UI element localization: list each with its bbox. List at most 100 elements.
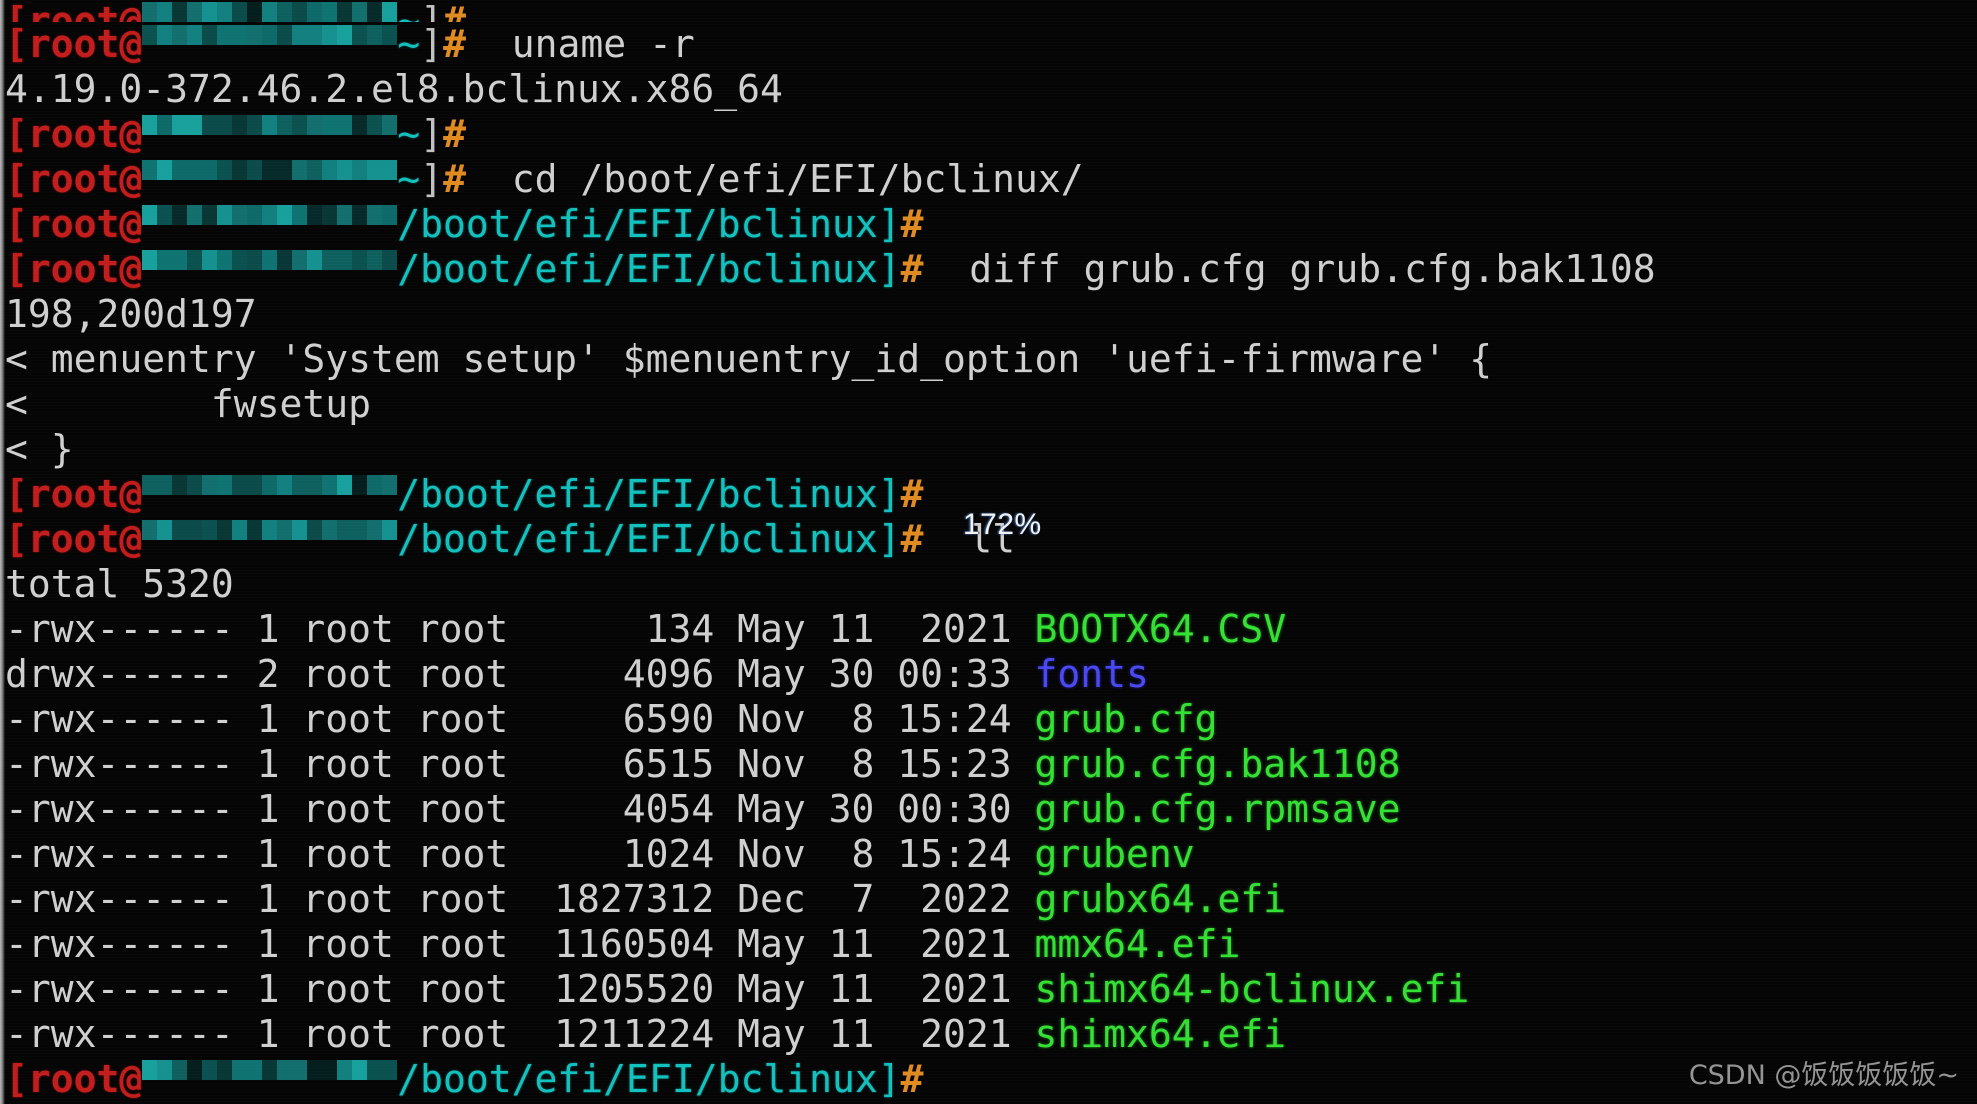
redacted-hostname xyxy=(142,205,398,245)
prompt-close-bracket: ] xyxy=(420,112,444,156)
prompt-close-bracket: ] xyxy=(877,517,901,561)
ls-row-filename[interactable]: grub.cfg.rpmsave xyxy=(1035,787,1401,831)
ls-row-meta: -rwx------ 1 root root 1024 Nov 8 15:24 xyxy=(5,832,1035,876)
prompt-sigil: # xyxy=(443,22,466,66)
output-diff-line: < fwsetup xyxy=(5,382,372,426)
terminal-line-kernel-release: 4.19.0-372.46.2.el8.bclinux.x86_64 xyxy=(5,67,1977,112)
prompt-path: /boot/efi/EFI/bclinux xyxy=(397,517,878,561)
ls-row-filename[interactable]: shimx64-bclinux.efi xyxy=(1035,967,1470,1011)
redacted-hostname xyxy=(142,475,398,515)
prompt-user: [root@ xyxy=(5,157,143,201)
ls-row-filename[interactable]: mmx64.efi xyxy=(1035,922,1241,966)
table-row: -rwx------ 1 root root 1024 Nov 8 15:24 … xyxy=(5,832,1977,877)
terminal-line-diff-hunk-header: 198,200d197 xyxy=(5,292,1977,337)
prompt-close-bracket: ] xyxy=(420,157,444,201)
redacted-hostname xyxy=(142,520,398,560)
prompt-close-bracket: ] xyxy=(877,1057,901,1101)
prompt-user: [root@ xyxy=(5,1057,143,1101)
table-row: -rwx------ 1 root root 134 May 11 2021 B… xyxy=(5,607,1977,652)
terminal-line-empty-prompt: [root@ ~]# xyxy=(5,112,1977,157)
zoom-level-badge: 172% xyxy=(963,508,1042,541)
ls-row-filename[interactable]: grub.cfg xyxy=(1035,697,1218,741)
output-kernel-release: 4.19.0-372.46.2.el8.bclinux.x86_64 xyxy=(5,67,783,111)
command-uname: uname -r xyxy=(511,22,695,66)
prompt-sigil: # xyxy=(900,202,924,246)
redacted-hostname xyxy=(142,1060,398,1100)
terminal-line-ls-total: total 5320 xyxy=(5,562,1977,607)
table-row: -rwx------ 1 root root 4054 May 30 00:30… xyxy=(5,787,1977,832)
prompt-path: /boot/efi/EFI/bclinux xyxy=(397,202,878,246)
redacted-hostname xyxy=(142,2,398,22)
terminal-line-trailing-prompt: [root@ /boot/efi/EFI/bclinux]# xyxy=(5,1057,1977,1102)
prompt-user: [root@ xyxy=(5,517,143,561)
ls-row-meta: -rwx------ 1 root root 1205520 May 11 20… xyxy=(5,967,1035,1011)
prompt-user: [root@ xyxy=(5,472,143,516)
csdn-watermark: CSDN @饭饭饭饭饭~ xyxy=(1688,1060,1959,1091)
terminal-line-empty-prompt-cwd: [root@ /boot/efi/EFI/bclinux]# xyxy=(5,202,1977,247)
ls-row-meta: -rwx------ 1 root root 6515 Nov 8 15:23 xyxy=(5,742,1035,786)
ls-row-meta: -rwx------ 1 root root 6590 Nov 8 15:24 xyxy=(5,697,1035,741)
prompt-path: /boot/efi/EFI/bclinux xyxy=(397,1057,878,1101)
prompt-user: [root@ xyxy=(5,202,143,246)
prompt-sigil: # xyxy=(900,247,924,291)
table-row: -rwx------ 1 root root 1160504 May 11 20… xyxy=(5,922,1977,967)
prompt-sigil: # xyxy=(900,1057,924,1101)
prompt-sigil: # xyxy=(443,112,466,156)
terminal-line-diff-body: < } xyxy=(5,427,1977,472)
output-diff-line: < menuentry 'System setup' $menuentry_id… xyxy=(5,337,1493,381)
ls-row-filename[interactable]: grubx64.efi xyxy=(1035,877,1287,921)
table-row: -rwx------ 1 root root 1211224 May 11 20… xyxy=(5,1012,1977,1057)
table-row: -rwx------ 1 root root 1205520 May 11 20… xyxy=(5,967,1977,1012)
prompt-close-bracket: ] xyxy=(877,247,901,291)
prompt-close-bracket: ] xyxy=(420,0,444,22)
prompt-sigil: # xyxy=(443,157,466,201)
table-row: -rwx------ 1 root root 6515 Nov 8 15:23 … xyxy=(5,742,1977,787)
terminal-line-diff-body: < fwsetup xyxy=(5,382,1977,427)
terminal-screen[interactable]: [root@ ~]# [root@ ~]# uname -r 4.19.0-372.… xyxy=(5,0,1977,1104)
prompt-cwd: ~ xyxy=(397,0,421,22)
prompt-close-bracket: ] xyxy=(420,22,444,66)
ls-row-meta: -rwx------ 1 root root 1160504 May 11 20… xyxy=(5,922,1035,966)
prompt-sigil: # xyxy=(443,0,466,22)
terminal-line-uname-command: [root@ ~]# uname -r xyxy=(5,22,1977,67)
prompt-cwd: ~ xyxy=(397,112,421,156)
prompt-user: [root@ xyxy=(5,247,143,291)
ls-row-meta: drwx------ 2 root root 4096 May 30 00:33 xyxy=(5,652,1035,696)
ls-row-filename[interactable]: grubenv xyxy=(1035,832,1195,876)
ls-row-filename[interactable]: fonts xyxy=(1035,652,1149,696)
redacted-hostname xyxy=(142,250,398,290)
prompt-cwd: ~ xyxy=(397,22,421,66)
prompt-sigil: # xyxy=(900,472,924,516)
prompt-user: [root@ xyxy=(5,112,143,156)
ls-row-meta: -rwx------ 1 root root 1211224 May 11 20… xyxy=(5,1012,1035,1056)
redacted-hostname xyxy=(142,160,398,200)
terminal-line-cd-command: [root@ ~]# cd /boot/efi/EFI/bclinux/ xyxy=(5,157,1977,202)
ls-output-rows: -rwx------ 1 root root 134 May 11 2021 B… xyxy=(5,607,1977,1057)
table-row: -rwx------ 1 root root 1827312 Dec 7 202… xyxy=(5,877,1977,922)
prompt-cwd: ~ xyxy=(397,157,421,201)
ls-row-filename[interactable]: shimx64.efi xyxy=(1035,1012,1287,1056)
prompt-user: [root@ xyxy=(5,0,143,22)
ls-row-meta: -rwx------ 1 root root 4054 May 30 00:30 xyxy=(5,787,1035,831)
ls-row-filename[interactable]: grub.cfg.bak1108 xyxy=(1035,742,1401,786)
table-row: -rwx------ 1 root root 6590 Nov 8 15:24 … xyxy=(5,697,1977,742)
prompt-user: [root@ xyxy=(5,22,143,66)
table-row: drwx------ 2 root root 4096 May 30 00:33… xyxy=(5,652,1977,697)
terminal-line-prompt-clipped: [root@ ~]# xyxy=(5,0,1977,22)
prompt-sigil: # xyxy=(900,517,924,561)
terminal-line-diff-command: [root@ /boot/efi/EFI/bclinux]# diff grub.… xyxy=(5,247,1977,292)
prompt-close-bracket: ] xyxy=(877,472,901,516)
command-diff: diff grub.cfg grub.cfg.bak1108 xyxy=(969,247,1656,291)
prompt-path: /boot/efi/EFI/bclinux xyxy=(397,247,878,291)
output-diff-hunk-header: 198,200d197 xyxy=(5,292,257,336)
redacted-hostname xyxy=(142,25,398,65)
output-ls-total: total 5320 xyxy=(5,562,234,606)
command-cd: cd /boot/efi/EFI/bclinux/ xyxy=(511,157,1084,201)
ls-row-meta: -rwx------ 1 root root 1827312 Dec 7 202… xyxy=(5,877,1035,921)
redacted-hostname xyxy=(142,115,398,155)
prompt-close-bracket: ] xyxy=(877,202,901,246)
ls-row-filename[interactable]: BOOTX64.CSV xyxy=(1035,607,1287,651)
ls-row-meta: -rwx------ 1 root root 134 May 11 2021 xyxy=(5,607,1035,651)
output-diff-line: < } xyxy=(5,427,74,471)
terminal-line-diff-body: < menuentry 'System setup' $menuentry_id… xyxy=(5,337,1977,382)
